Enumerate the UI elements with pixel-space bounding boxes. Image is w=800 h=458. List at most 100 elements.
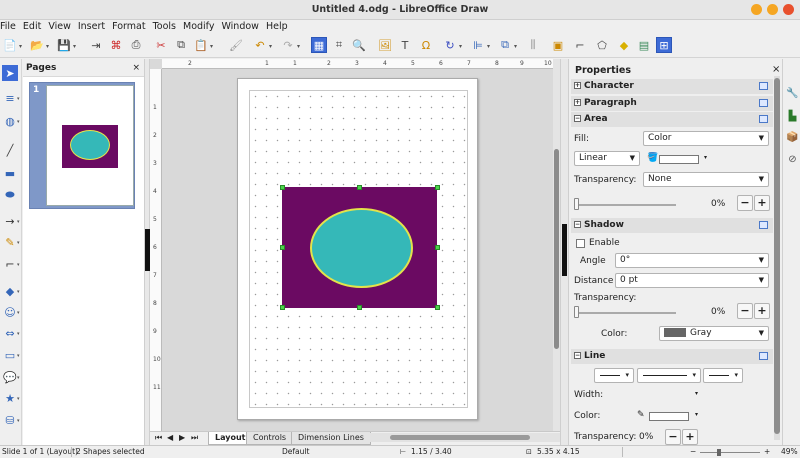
section-shadow[interactable]: − Shadow bbox=[571, 218, 773, 233]
3d-objects-dropdown-icon[interactable]: ▾ bbox=[17, 418, 20, 424]
sidebar-splitter-grip[interactable] bbox=[562, 224, 567, 276]
undo-dropdown-icon[interactable]: ▾ bbox=[269, 43, 272, 50]
callouts-icon[interactable]: 💬 bbox=[2, 369, 18, 385]
menu-format[interactable]: Format bbox=[112, 20, 149, 33]
zoom-slider-knob[interactable] bbox=[717, 449, 721, 456]
shadow-transparency-slider-knob[interactable] bbox=[574, 306, 579, 318]
tab-controls[interactable]: Controls bbox=[246, 432, 294, 445]
line-transparency-increase-button[interactable]: + bbox=[682, 429, 698, 445]
shadow-distance-select[interactable]: 0 pt ▼ bbox=[615, 273, 769, 288]
pages-panel-close-icon[interactable]: × bbox=[132, 59, 140, 77]
insert-image-icon[interactable]: 🖼 bbox=[377, 37, 393, 53]
arrange-dropdown-icon[interactable]: ▾ bbox=[514, 43, 517, 50]
rotate-dropdown-icon[interactable]: ▾ bbox=[459, 43, 462, 50]
fill-bucket-icon[interactable]: 🪣 bbox=[647, 153, 658, 163]
rectangle-icon[interactable]: ▬ bbox=[2, 165, 18, 181]
zoom-slider[interactable] bbox=[700, 452, 760, 453]
menu-window[interactable]: Window bbox=[221, 20, 262, 33]
maximize-button[interactable] bbox=[767, 4, 778, 15]
line-color-icon[interactable]: ≡ bbox=[2, 90, 18, 106]
sidebar-scroll-thumb[interactable] bbox=[774, 78, 780, 434]
line-width-dropdown-icon[interactable]: ▾ bbox=[695, 390, 698, 397]
area-transparency-slider[interactable] bbox=[576, 204, 676, 206]
clone-formatting-icon[interactable]: 🖌 bbox=[228, 37, 244, 53]
tab-dimension-lines[interactable]: Dimension Lines bbox=[291, 432, 371, 445]
zoom-in-icon[interactable]: + bbox=[764, 446, 770, 458]
callouts-dropdown-icon[interactable]: ▾ bbox=[17, 375, 20, 381]
block-arrows-icon[interactable]: ⇔ bbox=[2, 325, 18, 341]
connector-icon[interactable]: ⌐ bbox=[2, 256, 18, 272]
save-icon[interactable]: 💾 bbox=[56, 37, 72, 53]
open-dropdown-icon[interactable]: ▾ bbox=[46, 43, 49, 50]
undo-icon[interactable]: ↶ bbox=[252, 37, 268, 53]
area-transparency-slider-knob[interactable] bbox=[574, 198, 579, 210]
select-icon[interactable]: ➤ bbox=[2, 65, 18, 81]
selection-handle-left[interactable] bbox=[280, 245, 285, 250]
canvas-horizontal-scrollbar[interactable] bbox=[370, 433, 560, 442]
rotate-icon[interactable]: ↻ bbox=[442, 37, 458, 53]
line-color-dropdown-icon[interactable]: ▾ bbox=[17, 96, 20, 102]
points-icon[interactable]: ⬠ bbox=[594, 37, 610, 53]
more-options-icon[interactable] bbox=[759, 221, 768, 229]
menu-view[interactable]: View bbox=[48, 20, 75, 33]
line-color-swatch[interactable] bbox=[649, 412, 689, 421]
fill-type-select[interactable]: Color ▼ bbox=[643, 131, 769, 146]
fill-color-swatch[interactable] bbox=[659, 155, 699, 164]
section-area[interactable]: − Area bbox=[571, 112, 773, 127]
redo-icon[interactable]: ↷ bbox=[280, 37, 296, 53]
line-color-dropdown-icon[interactable]: ▾ bbox=[695, 411, 698, 418]
arrow-dropdown-icon[interactable]: ▾ bbox=[17, 219, 20, 225]
area-transparency-decrease-button[interactable]: − bbox=[737, 195, 753, 211]
vertical-scroll-thumb[interactable] bbox=[554, 149, 559, 349]
paste-icon[interactable]: 📋 bbox=[193, 37, 209, 53]
properties-deck-icon[interactable]: 🔧 bbox=[786, 87, 799, 100]
more-options-icon[interactable] bbox=[759, 352, 768, 360]
section-paragraph[interactable]: + Paragraph bbox=[571, 96, 773, 111]
block-arrows-dropdown-icon[interactable]: ▾ bbox=[17, 331, 20, 337]
fill-color-dropdown-icon[interactable]: ▾ bbox=[704, 154, 707, 161]
canvas-vertical-scrollbar[interactable] bbox=[553, 59, 560, 431]
status-zoom[interactable]: 49% bbox=[781, 446, 798, 458]
sidebar-close-icon[interactable]: × bbox=[772, 64, 780, 75]
more-options-icon[interactable] bbox=[759, 99, 768, 107]
export-pdf-icon[interactable]: ⌘ bbox=[108, 37, 124, 53]
zoom-icon[interactable]: 🔍 bbox=[351, 37, 367, 53]
menu-file[interactable]: File bbox=[0, 20, 20, 33]
export-icon[interactable]: ⇥ bbox=[88, 37, 104, 53]
line-arrow-icon[interactable]: → bbox=[2, 213, 18, 229]
open-folder-icon[interactable]: 📂 bbox=[29, 37, 45, 53]
gradient-type-select[interactable]: Linear ▼ bbox=[574, 151, 640, 166]
new-dropdown-icon[interactable]: ▾ bbox=[19, 43, 22, 50]
menu-tools[interactable]: Tools bbox=[153, 20, 180, 33]
selection-handle-top-right[interactable] bbox=[435, 185, 440, 190]
next-tab-icon[interactable]: ▶ bbox=[179, 433, 185, 442]
stars-dropdown-icon[interactable]: ▾ bbox=[17, 396, 20, 402]
copy-icon[interactable]: ⧉ bbox=[173, 37, 189, 53]
fill-color-dropdown-icon[interactable]: ▾ bbox=[17, 119, 20, 125]
last-tab-icon[interactable]: ⏭ bbox=[191, 433, 198, 443]
styles-deck-icon[interactable]: ▙ bbox=[786, 110, 799, 123]
save-dropdown-icon[interactable]: ▾ bbox=[73, 43, 76, 50]
line-end-style-select[interactable]: ▾ bbox=[637, 368, 701, 383]
display-grid-icon[interactable]: ▦ bbox=[311, 37, 327, 53]
shadow-color-select[interactable]: Gray ▼ bbox=[659, 326, 769, 341]
teal-ellipse-shape[interactable] bbox=[310, 208, 413, 288]
section-character[interactable]: + Character bbox=[571, 79, 773, 94]
redo-dropdown-icon[interactable]: ▾ bbox=[297, 43, 300, 50]
selection-handle-top[interactable] bbox=[357, 185, 362, 190]
paste-dropdown-icon[interactable]: ▾ bbox=[210, 43, 213, 50]
shadow-icon[interactable]: ▣ bbox=[550, 37, 566, 53]
3d-objects-icon[interactable]: ⛁ bbox=[2, 412, 18, 428]
cut-icon[interactable]: ✂ bbox=[153, 37, 169, 53]
sidebar-splitter[interactable] bbox=[560, 59, 568, 445]
sidebar-toggle-icon[interactable]: ⊞ bbox=[656, 37, 672, 53]
basic-shapes-dropdown-icon[interactable]: ▾ bbox=[17, 289, 20, 295]
more-options-icon[interactable] bbox=[759, 115, 768, 123]
curve-dropdown-icon[interactable]: ▾ bbox=[17, 240, 20, 246]
line-style-select[interactable]: ▾ bbox=[594, 368, 634, 383]
ellipse-icon[interactable]: ⬬ bbox=[2, 187, 18, 203]
section-line[interactable]: − Line bbox=[571, 349, 773, 364]
flowchart-dropdown-icon[interactable]: ▾ bbox=[17, 353, 20, 359]
selection-handle-bottom-left[interactable] bbox=[280, 305, 285, 310]
insert-textbox-icon[interactable]: T bbox=[397, 37, 413, 53]
